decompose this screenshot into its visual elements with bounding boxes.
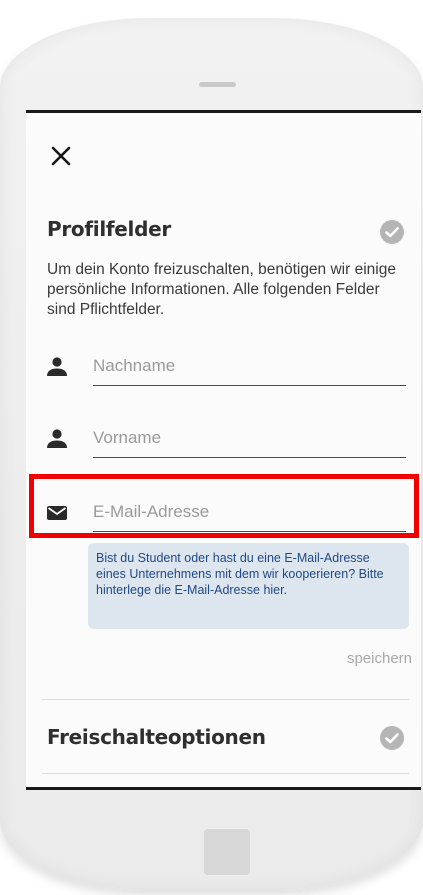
profile-section-title: Profilfelder (47, 217, 171, 241)
nachname-input[interactable] (93, 347, 406, 386)
email-field (44, 491, 406, 535)
check-circle-icon (380, 726, 404, 750)
phone-home-button[interactable] (204, 829, 250, 875)
section-divider (42, 773, 409, 774)
save-button[interactable]: speichern (347, 650, 412, 667)
envelope-icon (47, 506, 67, 520)
vorname-field (44, 417, 406, 461)
nachname-field (44, 345, 406, 389)
person-icon (47, 429, 67, 448)
mockup-stage: Profilfelder Um dein Konto freizuschalte… (0, 0, 423, 895)
person-icon (47, 357, 67, 376)
vorname-input[interactable] (93, 419, 406, 458)
profile-intro-text: Um dein Konto freizuschalten, benötigen … (47, 261, 396, 318)
section-divider (42, 699, 409, 700)
profile-form-screen: Profilfelder Um dein Konto freizuschalte… (26, 110, 421, 790)
email-hint-box: Bist du Student oder hast du eine E-Mail… (88, 543, 409, 629)
email-input[interactable] (93, 493, 406, 532)
phone-speaker (199, 82, 236, 87)
close-icon[interactable] (50, 145, 72, 167)
unlock-section-title[interactable]: Freischalteoptionen (47, 725, 266, 749)
check-circle-icon (380, 220, 404, 244)
